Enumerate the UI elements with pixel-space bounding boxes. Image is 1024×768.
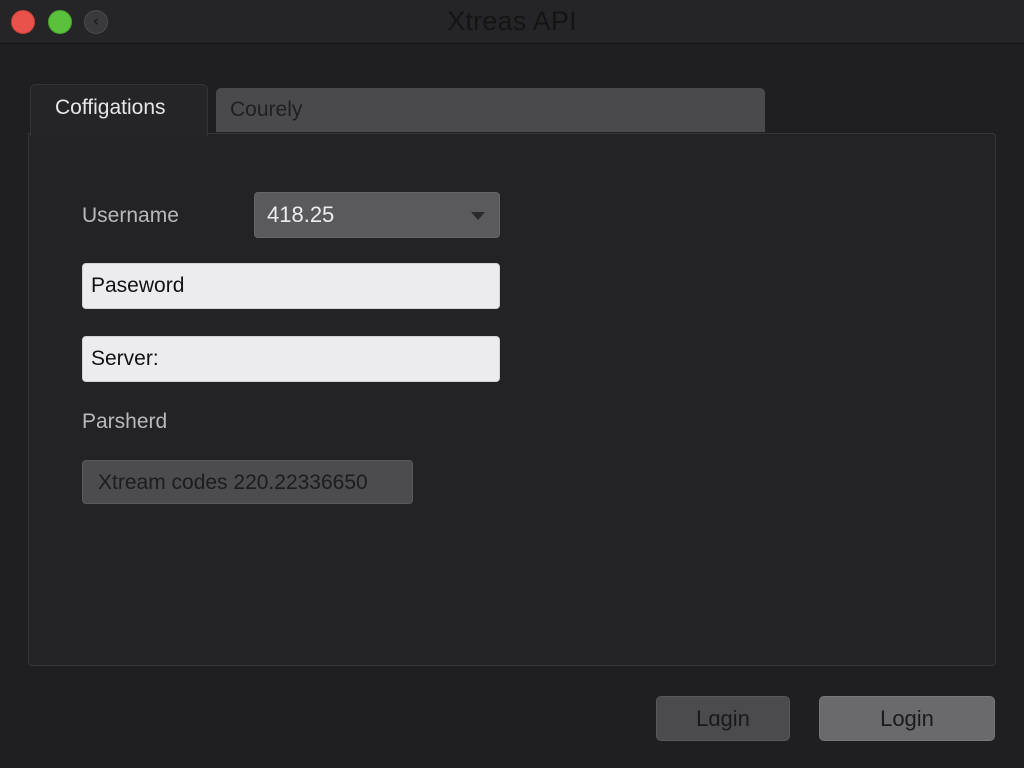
server-field[interactable]: Server: <box>82 336 500 382</box>
username-select[interactable]: 418.25 <box>254 192 500 238</box>
tab-courely[interactable]: Courely <box>216 88 765 132</box>
login-secondary-button[interactable]: Lɑgin <box>656 696 790 741</box>
app-window: ‹ Xtreas API Courely Coffigations Userna… <box>0 0 1024 768</box>
password-field[interactable]: Paseword <box>82 263 500 309</box>
chevron-down-icon <box>471 212 485 220</box>
username-label: Username <box>82 204 179 227</box>
title-bar: ‹ Xtreas API <box>0 0 1024 44</box>
window-title: Xtreas API <box>447 6 577 36</box>
username-select-value: 418.25 <box>267 202 335 227</box>
tab-configurations[interactable]: Coffigations <box>30 84 208 136</box>
xtream-codes-field[interactable]: Xtream codes 220.22336650 <box>82 460 413 504</box>
login-button[interactable]: Login <box>819 696 995 741</box>
parsherd-label: Parsherd <box>82 410 168 433</box>
